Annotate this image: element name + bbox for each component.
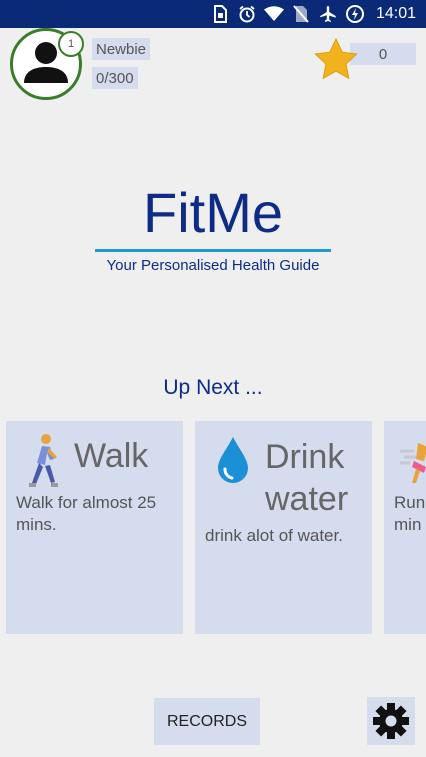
app-tagline: Your Personalised Health Guide [106, 257, 320, 274]
airplane-icon [318, 4, 338, 24]
status-bar: 14:01 [0, 0, 426, 28]
running-icon [400, 439, 426, 490]
no-sim-icon [291, 4, 311, 24]
gear-icon [373, 703, 409, 739]
activity-description: Run min [394, 492, 425, 536]
activity-title-line-2: water [265, 480, 349, 518]
activity-description: drink alot of water. [205, 526, 343, 545]
title-underline [95, 249, 331, 252]
status-icons: 14:01 [210, 4, 416, 24]
activity-description-line: Walk for almost 25 [16, 493, 157, 512]
activity-description-line: Run [394, 493, 426, 512]
activity-card-run[interactable]: Run min [384, 421, 426, 634]
activity-title: Walk [74, 437, 149, 475]
activity-card-drink-water[interactable]: Drink water drink alot of water. [195, 421, 372, 634]
status-time: 14:01 [375, 5, 416, 22]
level-badge: 1 [58, 31, 84, 57]
star-icon [314, 37, 358, 80]
xp-progress-label: 0/300 [92, 67, 138, 89]
alarm-icon [237, 4, 257, 24]
activity-description-line: mins. [16, 515, 57, 534]
battery-charging-icon [345, 4, 365, 24]
sim-icon [210, 4, 230, 24]
activity-description-line: min [394, 515, 422, 534]
up-next-heading: Up Next ... [163, 376, 263, 399]
settings-button[interactable] [367, 697, 415, 745]
app-title: FitMe [143, 181, 283, 244]
activity-title: Drink [265, 438, 345, 476]
wifi-icon [263, 4, 284, 24]
water-drop-icon [215, 435, 251, 490]
activity-card-walk[interactable]: Walk Walk for almost 25 mins. [6, 421, 183, 634]
rank-label: Newbie [92, 38, 151, 60]
activity-description: Walk for almost 25 mins. [16, 492, 156, 536]
walking-person-icon [24, 433, 64, 494]
records-button[interactable]: RECORDS [154, 698, 260, 745]
points-counter: 0 [350, 43, 416, 65]
